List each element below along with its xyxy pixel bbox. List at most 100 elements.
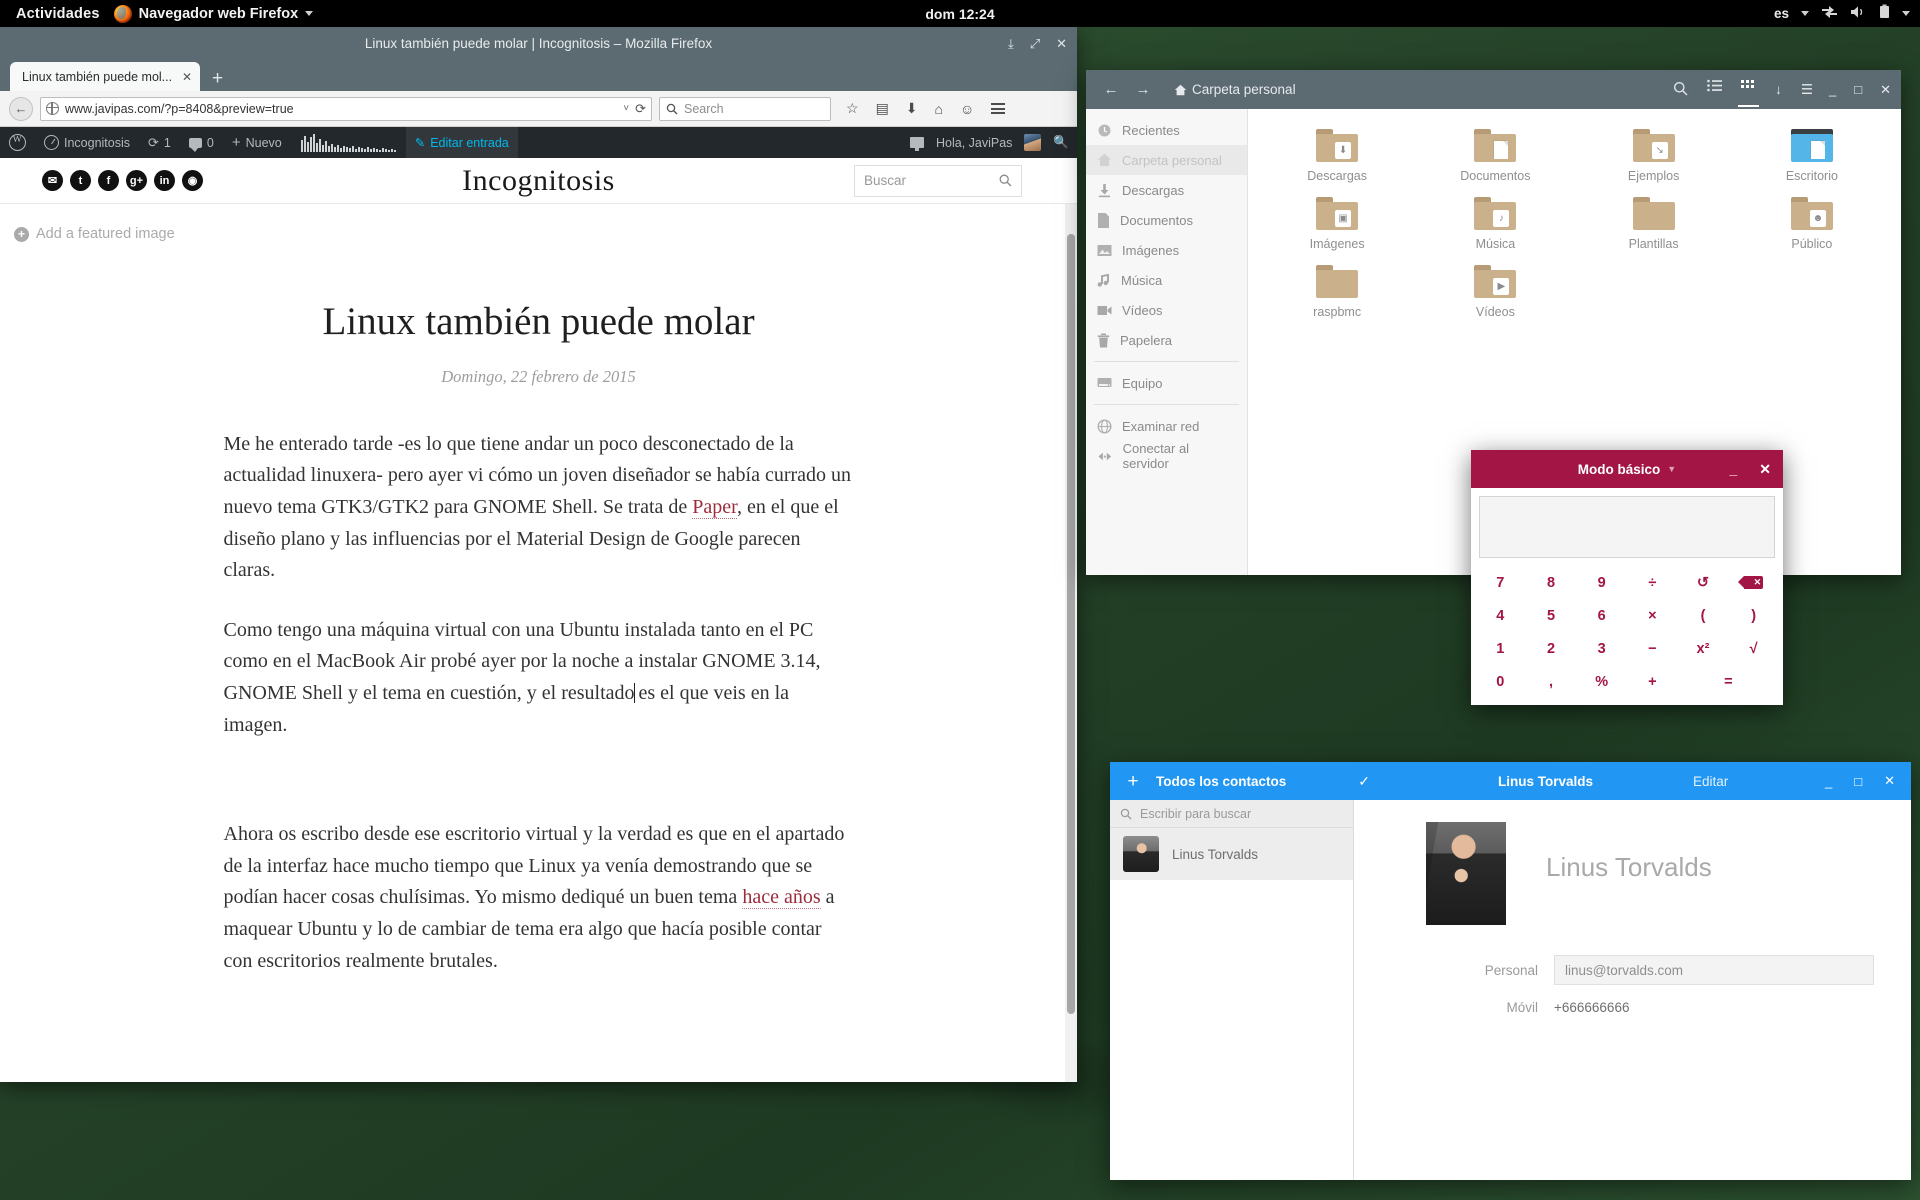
minimize-button[interactable]: _ bbox=[1825, 774, 1832, 789]
key-equals[interactable]: = bbox=[1678, 666, 1779, 699]
folder-item[interactable]: ♪ Música bbox=[1416, 191, 1574, 255]
breadcrumb[interactable]: Carpeta personal bbox=[1174, 82, 1296, 97]
folder-item[interactable]: ↘ Ejemplos bbox=[1575, 123, 1733, 187]
wp-stats-sparkline[interactable] bbox=[291, 134, 406, 152]
page-scrollbar[interactable] bbox=[1065, 204, 1077, 1082]
key-decimal[interactable]: , bbox=[1526, 666, 1577, 699]
rss-icon[interactable]: ◉ bbox=[182, 170, 203, 191]
wp-new-button[interactable]: + Nuevo bbox=[223, 127, 291, 158]
folder-item[interactable]: Plantillas bbox=[1575, 191, 1733, 255]
menu-hamburger-icon[interactable] bbox=[991, 103, 1005, 114]
close-button[interactable]: ✕ bbox=[1880, 82, 1891, 98]
menu-hamburger-icon[interactable]: ☰ bbox=[1801, 82, 1813, 98]
minimize-button[interactable]: ⤓ bbox=[1008, 37, 1014, 50]
bookmark-star-icon[interactable]: ☆ bbox=[846, 100, 859, 117]
key-9[interactable]: 9 bbox=[1576, 566, 1627, 599]
link-paper[interactable]: Paper bbox=[692, 496, 737, 519]
key-7[interactable]: 7 bbox=[1475, 566, 1526, 599]
add-featured-image-button[interactable]: + Add a featured image bbox=[0, 204, 1077, 242]
grid-view-button[interactable] bbox=[1741, 79, 1756, 100]
library-icon[interactable]: ▤ bbox=[876, 100, 889, 117]
key-paren-close[interactable]: ) bbox=[1728, 599, 1779, 632]
site-title[interactable]: Incognitosis bbox=[462, 164, 615, 198]
sidebar-item-descargas[interactable]: Descargas bbox=[1086, 175, 1247, 205]
sidebar-item-recientes[interactable]: Recientes bbox=[1086, 115, 1247, 145]
key-5[interactable]: 5 bbox=[1526, 599, 1577, 632]
folder-item[interactable]: ▶ Vídeos bbox=[1416, 259, 1574, 323]
key-1[interactable]: 1 bbox=[1475, 633, 1526, 666]
chevron-down-icon[interactable]: ˅ bbox=[623, 103, 629, 114]
key-square[interactable]: x² bbox=[1678, 633, 1729, 666]
key-0[interactable]: 0 bbox=[1475, 666, 1526, 699]
folder-item[interactable]: raspbmc bbox=[1258, 259, 1416, 323]
wp-logo-menu[interactable] bbox=[0, 127, 35, 158]
download-icon[interactable]: ⬇ bbox=[906, 100, 918, 117]
key-plus[interactable]: + bbox=[1627, 666, 1678, 699]
key-minus[interactable]: − bbox=[1627, 633, 1678, 666]
folder-item[interactable]: ▣ Imágenes bbox=[1258, 191, 1416, 255]
folder-item[interactable]: ☻ Público bbox=[1733, 191, 1891, 255]
edit-button[interactable]: Editar bbox=[1693, 774, 1728, 789]
folder-item[interactable]: Documentos bbox=[1416, 123, 1574, 187]
sidebar-item-musica[interactable]: Música bbox=[1086, 265, 1247, 295]
add-contact-button[interactable]: + bbox=[1110, 772, 1156, 791]
maximize-button[interactable]: □ bbox=[1854, 82, 1862, 97]
home-icon[interactable]: ⌂ bbox=[935, 101, 943, 117]
sidebar-item-papelera[interactable]: Papelera bbox=[1086, 325, 1247, 355]
key-6[interactable]: 6 bbox=[1576, 599, 1627, 632]
tab-close-icon[interactable]: ✕ bbox=[182, 70, 192, 84]
key-2[interactable]: 2 bbox=[1526, 633, 1577, 666]
smiley-icon[interactable]: ☺ bbox=[960, 101, 974, 117]
folder-item[interactable]: ⬇ Descargas bbox=[1258, 123, 1416, 187]
close-button[interactable]: ✕ bbox=[1884, 773, 1895, 789]
close-button[interactable]: ✕ bbox=[1056, 37, 1067, 50]
twitter-icon[interactable]: t bbox=[70, 170, 91, 191]
googleplus-icon[interactable]: g+ bbox=[126, 170, 147, 191]
close-button[interactable]: ✕ bbox=[1759, 461, 1771, 478]
contact-photo[interactable] bbox=[1426, 822, 1506, 925]
sidebar-item-documentos[interactable]: Documentos bbox=[1086, 205, 1247, 235]
forward-button[interactable]: → bbox=[1128, 81, 1158, 98]
clock[interactable]: dom 12:24 bbox=[925, 6, 994, 22]
search-input[interactable]: Search bbox=[659, 97, 831, 121]
key-8[interactable]: 8 bbox=[1526, 566, 1577, 599]
key-undo[interactable]: ↺ bbox=[1678, 566, 1729, 599]
key-4[interactable]: 4 bbox=[1475, 599, 1526, 632]
list-view-button[interactable] bbox=[1707, 79, 1722, 100]
wp-greeting[interactable]: Hola, JaviPas bbox=[936, 136, 1012, 150]
back-button[interactable]: ← bbox=[1096, 81, 1126, 98]
wp-comments[interactable]: 0 bbox=[180, 127, 223, 158]
search-icon[interactable] bbox=[1673, 81, 1688, 99]
status-area[interactable]: es bbox=[1774, 4, 1910, 23]
sidebar-item-videos[interactable]: Vídeos bbox=[1086, 295, 1247, 325]
sidebar-item-imagenes[interactable]: Imágenes bbox=[1086, 235, 1247, 265]
wp-updates[interactable]: ⟳ 1 bbox=[139, 127, 180, 158]
minimize-button[interactable]: _ bbox=[1729, 461, 1737, 477]
sidebar-item-carpeta-personal[interactable]: Carpeta personal bbox=[1086, 145, 1247, 175]
email-field[interactable]: linus@torvalds.com bbox=[1554, 955, 1874, 985]
link-hace-anios[interactable]: hace años bbox=[742, 886, 820, 909]
calculator-display[interactable] bbox=[1479, 496, 1775, 558]
app-menu-firefox[interactable]: Navegador web Firefox bbox=[114, 5, 314, 23]
key-3[interactable]: 3 bbox=[1576, 633, 1627, 666]
folder-item-selected[interactable]: Escritorio bbox=[1733, 123, 1891, 187]
scrollbar-thumb[interactable] bbox=[1067, 234, 1075, 1014]
contacts-search-input[interactable]: Escribir para buscar bbox=[1110, 800, 1353, 828]
sidebar-item-examinar-red[interactable]: Examinar red bbox=[1086, 411, 1247, 441]
wp-edit-entry[interactable]: ✎ Editar entrada bbox=[406, 127, 518, 158]
reload-icon[interactable]: ⟳ bbox=[635, 101, 646, 117]
select-mode-button[interactable]: ✓ bbox=[1358, 773, 1370, 790]
minimize-button[interactable]: _ bbox=[1829, 82, 1836, 97]
activities-button[interactable]: Actividades bbox=[0, 6, 114, 22]
article-body[interactable]: Me he enterado tarde -es lo que tiene an… bbox=[224, 429, 854, 977]
calculator-mode-selector[interactable]: Modo básico ▼ bbox=[1578, 462, 1676, 477]
key-backspace[interactable]: ✕ bbox=[1728, 566, 1779, 599]
back-button[interactable]: ← bbox=[9, 97, 33, 121]
browser-tab[interactable]: Linux también puede mol... ✕ bbox=[10, 62, 200, 91]
maximize-button[interactable]: ⤢ bbox=[1030, 37, 1040, 50]
wp-search-icon[interactable]: 🔍 bbox=[1053, 135, 1069, 150]
sidebar-item-conectar-servidor[interactable]: Conectar al servidor bbox=[1086, 441, 1247, 471]
sort-down-icon[interactable]: ↓ bbox=[1775, 82, 1782, 97]
linkedin-icon[interactable]: in bbox=[154, 170, 175, 191]
sidebar-item-equipo[interactable]: Equipo bbox=[1086, 368, 1247, 398]
